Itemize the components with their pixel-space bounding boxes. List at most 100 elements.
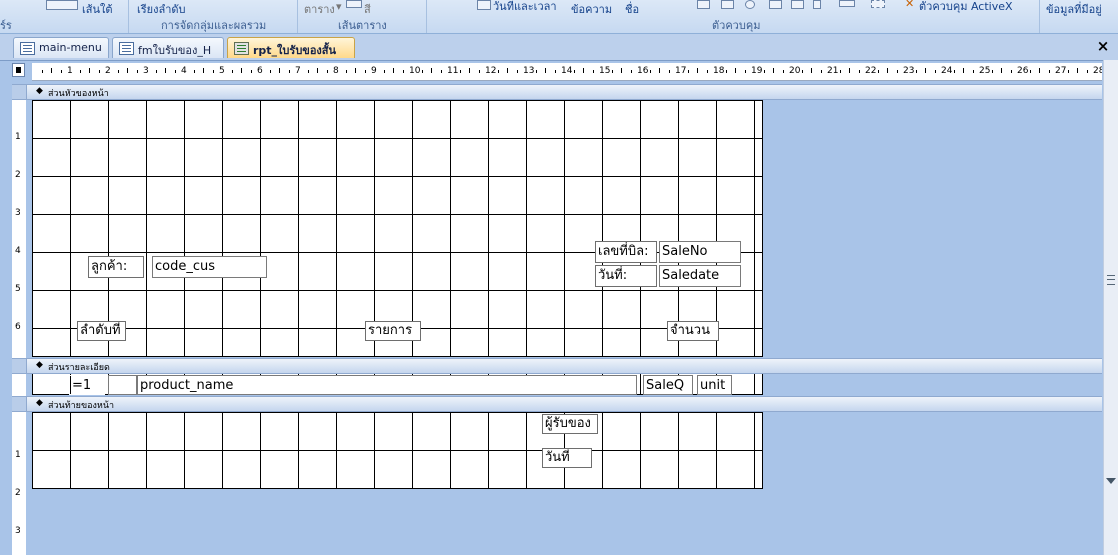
ribbon-group-controls: วันที่และเวลา ข้อความ ชื่อ ตัวควบคุม ✕ ต… (427, 0, 1040, 33)
receiver-label[interactable]: ผู้รับของ (542, 414, 598, 434)
ruler-tick (849, 68, 850, 73)
ruler-tick (174, 70, 176, 73)
datetime-button[interactable]: วันที่และเวลา (493, 0, 557, 15)
report-selector-box[interactable] (12, 63, 25, 77)
ruler-number: 9 (371, 66, 377, 76)
customer-label[interactable]: ลูกค้า: (88, 256, 144, 278)
ruler-tick (820, 70, 822, 73)
controls-caption: ตัวควบคุม (712, 19, 761, 32)
scroll-grip-icon[interactable] (1107, 275, 1115, 285)
ruler-number: 22 (865, 66, 877, 76)
ruler-tick (659, 68, 660, 73)
tab-fm-receipt[interactable]: fmใบรับของ_H (112, 37, 224, 58)
ruler-number: 25 (979, 66, 991, 76)
footer-date-label[interactable]: วันที่ (542, 448, 592, 468)
ruler-tick (1029, 70, 1031, 73)
product-name-field[interactable]: product_name (137, 375, 637, 395)
ruler-tick (535, 70, 537, 73)
text-button[interactable]: ข้อความ (571, 0, 612, 18)
ruler-tick (364, 70, 366, 73)
vertical-ruler[interactable]: 1 2 3 4 5 6 1 2 3 (12, 100, 26, 555)
horizontal-ruler[interactable]: 1 2 3 4 5 6 7 8 9 10 11 12 13 14 15 16 17 18 19 20 21 22 23 24 2… (32, 63, 1102, 81)
ruler-tick (355, 68, 356, 73)
ruler-tick (516, 70, 518, 73)
bill-no-label[interactable]: เลขที่บิล: (595, 241, 657, 263)
ruler-tick (991, 70, 993, 73)
ruler-tick (706, 70, 708, 73)
ruler-tick (41, 70, 43, 73)
ruler-number: 14 (561, 66, 573, 76)
dropdown-arrow-icon[interactable]: ▾ (336, 0, 342, 13)
seq-label[interactable]: ลำดับที่ (77, 321, 126, 341)
item-label[interactable]: รายการ (365, 321, 421, 341)
title-button[interactable]: ชื่อ (625, 0, 639, 18)
datetime-icon[interactable] (477, 0, 491, 10)
activex-icon[interactable]: ✕ (905, 0, 914, 10)
ruler-tick (915, 70, 917, 73)
ruler-number: 10 (409, 66, 421, 76)
sale-qty-field[interactable]: SaleQ (643, 375, 693, 395)
section-selector[interactable] (12, 397, 27, 411)
page-footer-grid[interactable] (32, 412, 763, 489)
ruler-tick (925, 68, 926, 73)
ruler-tick (478, 70, 480, 73)
gridlines-button[interactable]: เส้นใต้ (82, 0, 113, 18)
qty-label[interactable]: จำนวน (667, 321, 719, 341)
vertical-ruler-number: 2 (15, 170, 21, 180)
tab-rpt-receipt[interactable]: rpt_ใบรับของสั้น (227, 37, 355, 58)
ruler-number: 1 (67, 66, 73, 76)
ruler-number: 11 (447, 66, 459, 76)
ruler-tick (155, 70, 157, 73)
form-icon (119, 42, 134, 55)
select-icon[interactable] (871, 0, 885, 8)
line-thickness-icon[interactable] (839, 0, 855, 7)
ruler-tick (744, 70, 746, 73)
activex-button[interactable]: ตัวควบคุม ActiveX (919, 0, 1013, 15)
page-header-grid[interactable] (32, 100, 763, 357)
picture-icon[interactable] (791, 0, 804, 9)
table-button[interactable]: ตาราง (304, 0, 335, 18)
ruler-number: 20 (789, 66, 801, 76)
ruler-tick (896, 70, 898, 73)
vertical-scrollbar[interactable] (1103, 60, 1118, 555)
existing-fields-button[interactable]: ข้อมูลที่มีอยู่ (1046, 0, 1102, 18)
ribbon-group-left: ร์ร เส้นใต้ (0, 0, 129, 33)
logo-icon[interactable] (697, 0, 710, 9)
ruler-tick (279, 68, 280, 73)
gridlines-icon[interactable] (46, 0, 78, 10)
ruler-tick (934, 70, 936, 73)
option-button-icon[interactable] (745, 0, 755, 9)
ruler-tick (887, 68, 888, 73)
seq-field[interactable]: =1 (69, 375, 105, 395)
customer-code-field[interactable]: code_cus (152, 256, 267, 278)
section-selector[interactable] (12, 359, 27, 373)
attachment-icon[interactable] (813, 0, 821, 9)
date-label[interactable]: วันที่: (595, 265, 657, 287)
tab-main-menu[interactable]: main-menu (13, 37, 109, 58)
line-color-icon[interactable] (346, 0, 362, 8)
page-footer-section-bar[interactable]: ◆ ส่วนท้ายของหน้า (12, 396, 1102, 412)
page-header-section-bar[interactable]: ◆ ส่วนหัวของหน้า (12, 84, 1102, 100)
detail-section-bar[interactable]: ◆ ส่วนรายละเอียด (12, 358, 1102, 374)
close-icon[interactable]: × (1094, 37, 1112, 55)
ruler-tick (687, 70, 689, 73)
section-selector[interactable] (12, 85, 27, 99)
ruler-tick (136, 70, 138, 73)
gridlines-caption: เส้นตาราง (338, 19, 387, 32)
image-icon[interactable] (721, 0, 734, 9)
ruler-tick (1001, 68, 1002, 73)
ruler-tick (545, 68, 546, 73)
ruler-tick (402, 70, 404, 73)
chart-icon[interactable] (769, 0, 782, 9)
ruler-number: 5 (219, 66, 225, 76)
ruler-tick (621, 68, 622, 73)
bill-no-field[interactable]: SaleNo (659, 241, 741, 263)
ruler-tick (89, 68, 90, 73)
ruler-tick (801, 70, 803, 73)
sale-date-field[interactable]: Saledate (659, 265, 741, 287)
unit-field[interactable]: unit (697, 375, 732, 395)
seq-box[interactable] (108, 375, 137, 395)
scroll-down-icon[interactable] (1106, 478, 1116, 484)
ruler-tick (735, 68, 736, 73)
tab-label: rpt_ใบรับของสั้น (253, 44, 337, 57)
